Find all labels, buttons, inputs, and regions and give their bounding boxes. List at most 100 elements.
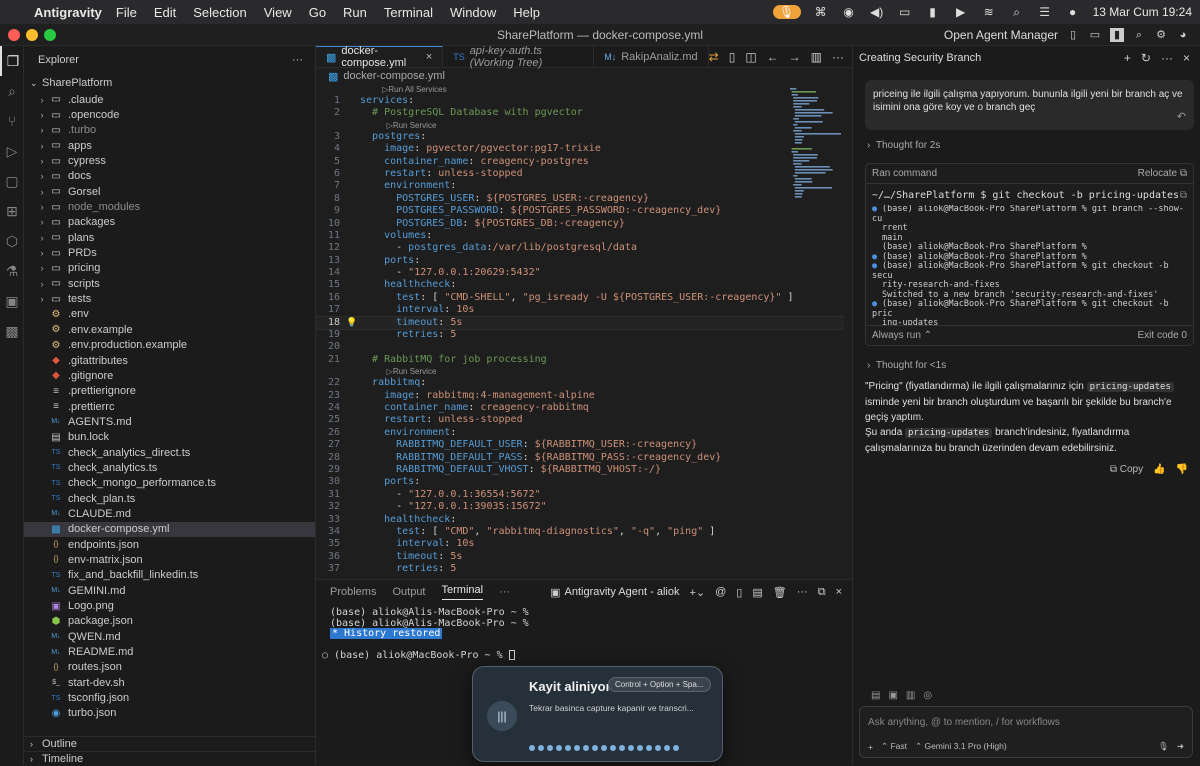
agent-input-box[interactable]: Ask anything, @ to mention, / for workfl… <box>859 706 1193 758</box>
code-line[interactable]: 26 environment: <box>316 427 846 439</box>
folder-item[interactable]: › ▭ cypress <box>24 153 315 168</box>
close-window-icon[interactable] <box>8 28 20 41</box>
model-selector[interactable]: ⌃ Gemini 3.1 Pro (High) <box>915 741 1007 752</box>
run-lens-label[interactable]: ▷Run All Services <box>360 84 446 95</box>
file-item[interactable]: ◉ turbo.json <box>24 706 315 721</box>
copy-button[interactable]: ⧉ Copy <box>1110 464 1143 475</box>
code-line[interactable]: 36 timeout: 5s <box>316 551 846 563</box>
split-right-icon[interactable]: ▥ <box>811 50 822 64</box>
folder-item[interactable]: › ▭ tests <box>24 291 315 306</box>
file-item[interactable]: M↓ README.md <box>24 644 315 659</box>
account-icon[interactable]: ◕ <box>1176 28 1190 42</box>
code-line[interactable]: 9 POSTGRES_PASSWORD: ${POSTGRES_PASSWORD… <box>316 205 846 217</box>
file-item[interactable]: ⚙ .env.production.example <box>24 338 315 353</box>
more-actions-icon[interactable]: ··· <box>292 54 303 66</box>
mode-selector[interactable]: ⌃ Fast <box>881 741 907 752</box>
code-editor[interactable]: ▷Run All Services 1 services: 2 # PostgreSQ… <box>316 84 846 579</box>
always-run-dropdown[interactable]: Always run ⌃ <box>872 330 932 341</box>
code-line[interactable]: 28 RABBITMQ_DEFAULT_PASS: ${RABBITMQ_PAS… <box>316 452 846 464</box>
file-item[interactable]: $_ start-dev.sh <box>24 675 315 690</box>
code-line[interactable]: 22 rabbitmq: <box>316 377 846 389</box>
file-item[interactable]: {} env-matrix.json <box>24 552 315 567</box>
file-item[interactable]: TS check_analytics_direct.ts <box>24 445 315 460</box>
close-panel-icon[interactable]: × <box>836 586 842 598</box>
command-output[interactable]: ● (base) aliok@MacBook-Pro SharePlatform … <box>866 205 1193 325</box>
microphone-icon[interactable]: 🎙 <box>1158 741 1169 752</box>
code-line[interactable]: 14 - "127.0.0.1:20629:5432" <box>316 267 846 279</box>
code-line[interactable]: 2 # PostgreSQL Database with pgvector <box>316 107 846 119</box>
maximize-panel-icon[interactable]: ⧉ <box>818 586 826 599</box>
code-line[interactable]: 3 postgres: <box>316 131 846 143</box>
file-item[interactable]: {} endpoints.json <box>24 537 315 552</box>
siri-icon[interactable]: ● <box>1065 5 1081 19</box>
extensions-icon[interactable]: ⊞ <box>0 196 24 226</box>
remote-icon[interactable]: ▢ <box>0 166 24 196</box>
code-line[interactable]: 15 healthcheck: <box>316 279 846 291</box>
minimize-window-icon[interactable] <box>26 28 38 41</box>
tasks-icon[interactable]: ▣ <box>0 286 24 316</box>
code-line[interactable]: 20 <box>316 341 846 353</box>
code-line[interactable]: 19 retries: 5 <box>316 329 846 341</box>
code-line[interactable]: 10 POSTGRES_DB: ${POSTGRES_DB:-creagency… <box>316 218 846 230</box>
open-preview-icon[interactable]: ◫ <box>745 50 756 64</box>
lightbulb-icon[interactable]: 💡 <box>344 317 360 329</box>
toggle-sidebar-icon[interactable]: ▯ <box>1066 28 1080 42</box>
toggle-panel-icon[interactable]: ▭ <box>1088 28 1102 42</box>
wifi-icon[interactable]: ≋ <box>981 5 997 19</box>
menu-selection[interactable]: Selection <box>193 5 246 20</box>
thought-toggle-2[interactable]: › Thought for <1s <box>867 360 1200 371</box>
undo-icon[interactable]: ↶ <box>1177 111 1186 124</box>
tab-rakipanaliz[interactable]: M↓ RakipAnaliz.md <box>594 46 709 67</box>
menu-edit[interactable]: Edit <box>154 5 176 20</box>
file-item[interactable]: M↓ CLAUDE.md <box>24 506 315 521</box>
file-item[interactable]: TS check_plan.ts <box>24 491 315 506</box>
folder-item[interactable]: › ▭ plans <box>24 230 315 245</box>
folder-item[interactable]: › ▭ .turbo <box>24 123 315 138</box>
file-context-icon[interactable]: ▤ <box>871 690 880 701</box>
code-line[interactable]: 25 restart: unless-stopped <box>316 414 846 426</box>
folder-item[interactable]: › ▭ node_modules <box>24 199 315 214</box>
copy-icon[interactable]: ⧉ <box>1180 190 1187 201</box>
file-item[interactable]: ◆ .gitattributes <box>24 353 315 368</box>
volume-icon[interactable]: ◀) <box>869 5 885 19</box>
code-line[interactable]: 23 image: rabbitmq:4-management-alpine <box>316 390 846 402</box>
folder-item[interactable]: › ▭ scripts <box>24 276 315 291</box>
tab-docker-compose[interactable]: ▩ docker-compose.yml × <box>316 45 444 69</box>
file-item[interactable]: ▩ docker-compose.yml <box>24 521 315 537</box>
zoom-window-icon[interactable] <box>44 28 56 41</box>
send-icon[interactable]: ➜ <box>1177 741 1184 752</box>
menu-file[interactable]: File <box>116 5 137 20</box>
tab-output[interactable]: Output <box>392 586 425 598</box>
play-icon[interactable]: ▶ <box>953 5 969 19</box>
explorer-icon[interactable]: ❐ <box>0 46 24 76</box>
code-line[interactable]: 5 container_name: creagency-postgres <box>316 156 846 168</box>
file-item[interactable]: ⬢ package.json <box>24 614 315 629</box>
code-line[interactable]: 33 healthcheck: <box>316 514 846 526</box>
tab-problems[interactable]: Problems <box>330 586 376 598</box>
close-agent-icon[interactable]: × <box>1183 51 1190 65</box>
close-tab-icon[interactable]: × <box>426 51 432 63</box>
breadcrumb-file[interactable]: docker-compose.yml <box>343 70 444 82</box>
menu-help[interactable]: Help <box>513 5 540 20</box>
game-controller-icon[interactable]: ⌘ <box>813 5 829 19</box>
code-line[interactable]: 29 RABBITMQ_DEFAULT_VHOST: ${RABBITMQ_VH… <box>316 464 846 476</box>
code-line[interactable]: 34 test: [ "CMD", "rabbitmq-diagnostics"… <box>316 526 846 538</box>
file-item[interactable]: TS check_mongo_performance.ts <box>24 476 315 491</box>
file-item[interactable]: ◆ .gitignore <box>24 368 315 383</box>
code-line[interactable]: 17 interval: 10s <box>316 304 846 316</box>
code-lens[interactable]: ▷Run Service <box>316 120 846 131</box>
timeline-section[interactable]: › Timeline <box>24 751 315 766</box>
pin-icon[interactable]: ▤ <box>752 586 762 599</box>
more-actions-icon[interactable]: ··· <box>832 50 844 64</box>
code-line[interactable]: 13 ports: <box>316 255 846 267</box>
code-lens[interactable]: ▷Run All Services <box>316 84 846 95</box>
code-line[interactable]: 35 interval: 10s <box>316 538 846 550</box>
search-icon[interactable]: ⌕ <box>1132 28 1146 42</box>
workspace-root[interactable]: ⌄ SharePlatform <box>24 74 315 92</box>
toggle-agent-icon[interactable]: ▮ <box>1110 27 1124 42</box>
code-line[interactable]: 18 💡 timeout: 5s <box>316 315 846 331</box>
source-control-icon[interactable]: ⑂ <box>0 106 24 136</box>
code-line[interactable]: 4 image: pgvector/pgvector:pg17-trixie <box>316 143 846 155</box>
file-item[interactable]: ≡ .prettierrc <box>24 399 315 414</box>
thought-toggle-1[interactable]: › Thought for 2s <box>867 140 1200 151</box>
